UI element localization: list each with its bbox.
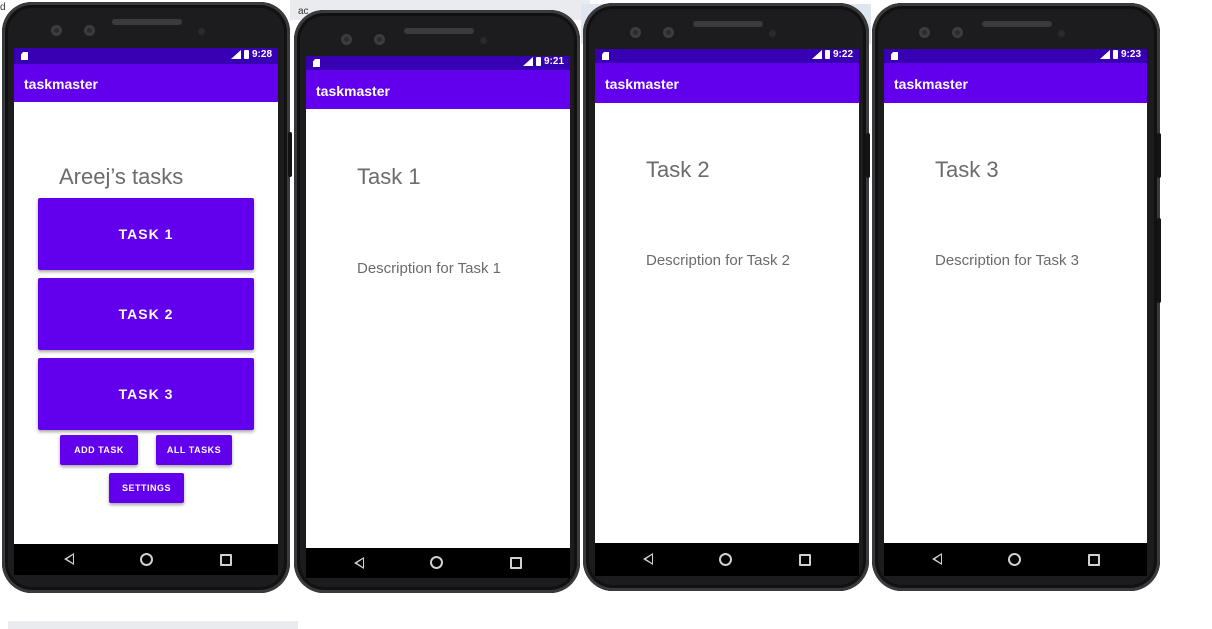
power-button <box>288 132 292 177</box>
sensor <box>952 27 963 38</box>
signal-icon <box>1099 50 1110 59</box>
front-camera <box>341 34 352 45</box>
home-icon[interactable] <box>719 553 732 566</box>
sensor <box>84 25 95 36</box>
background-edge-text: d <box>0 2 6 13</box>
status-bar: 9:23 <box>884 49 1147 63</box>
screen-task-1: 9:21 taskmaster Task 1 Description for T… <box>306 56 570 578</box>
recent-apps-icon[interactable] <box>510 557 522 569</box>
task-title: Task 3 <box>935 157 999 182</box>
app-title: taskmaster <box>316 83 390 99</box>
task-2-button[interactable]: TASK 2 <box>38 278 254 350</box>
volume-button <box>1157 218 1161 303</box>
all-tasks-button[interactable]: ALL TASKS <box>156 435 232 465</box>
task-3-button[interactable]: TASK 3 <box>38 358 254 430</box>
home-icon[interactable] <box>430 556 443 569</box>
battery-icon <box>824 50 830 59</box>
screen-task-3: 9:23 taskmaster Task 3 Description for T… <box>884 49 1147 576</box>
navigation-bar <box>306 548 570 578</box>
proximity-dot <box>769 30 776 37</box>
sensor <box>374 34 385 45</box>
sd-card-icon <box>313 59 320 67</box>
phone-frame-task-1: 9:21 taskmaster Task 1 Description for T… <box>294 10 580 593</box>
front-camera <box>919 27 930 38</box>
home-icon[interactable] <box>1008 553 1021 566</box>
front-camera <box>51 25 62 36</box>
settings-button[interactable]: SETTINGS <box>109 473 184 503</box>
signal-icon <box>522 57 533 66</box>
proximity-dot <box>1058 30 1065 37</box>
background-bottom-strip <box>8 621 298 629</box>
task-1-button[interactable]: TASK 1 <box>38 198 254 270</box>
app-title: taskmaster <box>24 76 98 92</box>
back-icon[interactable] <box>354 557 364 569</box>
back-icon[interactable] <box>643 553 653 565</box>
status-bar: 9:28 <box>14 48 278 64</box>
task-title: Task 2 <box>646 157 710 182</box>
recent-apps-icon[interactable] <box>1088 554 1100 566</box>
app-bar: taskmaster <box>595 63 859 103</box>
earpiece-speaker <box>982 21 1052 27</box>
power-button <box>1157 133 1161 178</box>
back-icon[interactable] <box>64 553 74 565</box>
battery-icon <box>535 57 541 66</box>
task-description: Description for Task 1 <box>357 260 501 277</box>
status-time: 9:21 <box>543 56 564 67</box>
recent-apps-icon[interactable] <box>799 554 811 566</box>
earpiece-speaker <box>404 28 474 34</box>
signal-icon <box>230 50 241 59</box>
status-time: 9:28 <box>251 49 272 60</box>
battery-icon <box>243 50 249 59</box>
navigation-bar <box>884 543 1147 576</box>
page-title: Areej’s tasks <box>59 164 184 189</box>
front-camera <box>630 27 641 38</box>
screen-main: 9:28 taskmaster Areej’s tasks TASK 1 TAS… <box>14 48 278 575</box>
status-time: 9:22 <box>832 49 853 60</box>
sd-card-icon <box>21 52 28 60</box>
proximity-dot <box>198 28 205 35</box>
earpiece-speaker <box>112 19 182 25</box>
app-bar: taskmaster <box>884 63 1147 103</box>
phone-frame-task-3: 9:23 taskmaster Task 3 Description for T… <box>872 3 1161 591</box>
battery-icon <box>1112 50 1118 59</box>
sd-card-icon <box>891 52 898 60</box>
proximity-dot <box>480 37 487 44</box>
phone-frame-main: 9:28 taskmaster Areej’s tasks TASK 1 TAS… <box>2 2 292 593</box>
task-description: Description for Task 3 <box>935 252 1079 269</box>
status-time: 9:23 <box>1120 49 1141 60</box>
task-description: Description for Task 2 <box>646 252 790 269</box>
navigation-bar <box>14 544 278 575</box>
back-icon[interactable] <box>932 553 942 565</box>
earpiece-speaker <box>693 21 763 27</box>
status-bar: 9:21 <box>306 56 570 70</box>
add-task-button[interactable]: ADD TASK <box>60 435 138 465</box>
sensor <box>663 27 674 38</box>
phone-frame-task-2: 9:22 taskmaster Task 2 Description for T… <box>583 3 870 591</box>
home-icon[interactable] <box>140 553 153 566</box>
task-title: Task 1 <box>357 164 421 189</box>
screen-task-2: 9:22 taskmaster Task 2 Description for T… <box>595 49 859 576</box>
signal-icon <box>811 50 822 59</box>
sd-card-icon <box>602 52 609 60</box>
recent-apps-icon[interactable] <box>220 554 232 566</box>
app-title: taskmaster <box>605 76 679 92</box>
status-bar: 9:22 <box>595 49 859 63</box>
power-button <box>866 133 870 178</box>
app-title: taskmaster <box>894 76 968 92</box>
app-bar: taskmaster <box>306 70 570 109</box>
navigation-bar <box>595 543 859 576</box>
app-bar: taskmaster <box>14 64 278 102</box>
